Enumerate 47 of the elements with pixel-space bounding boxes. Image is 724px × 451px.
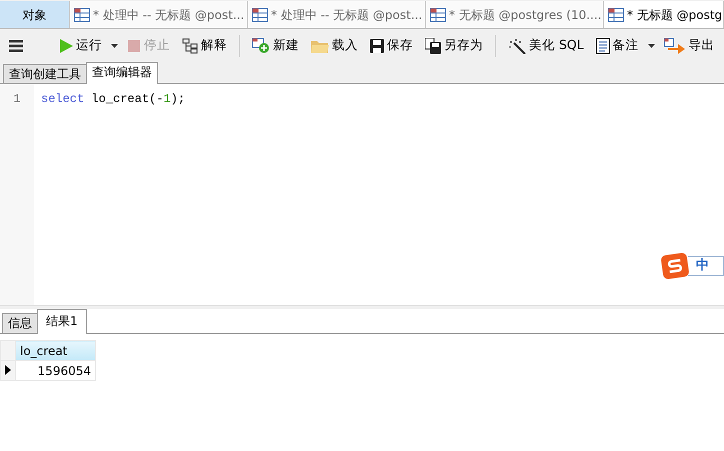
tab[interactable]: * 无标题 @postg — [604, 1, 724, 28]
tab[interactable]: * 处理中 -- 无标题 @post... — [248, 1, 426, 28]
table-icon — [252, 8, 268, 22]
tab[interactable]: * 无标题 @postgres (10.... — [426, 1, 604, 28]
play-icon — [59, 38, 73, 52]
magic-wand-icon — [508, 38, 526, 54]
tab[interactable]: 查询创建工具 — [3, 64, 87, 83]
run-button[interactable]: 运行 — [56, 34, 105, 57]
table-icon — [430, 8, 446, 22]
tab-label: * 处理中 -- 无标题 @post... — [93, 6, 244, 24]
diagram-icon — [182, 38, 198, 54]
caret-icon[interactable] — [111, 44, 118, 48]
export-icon — [664, 38, 686, 54]
tab[interactable]: * 处理中 -- 无标题 @post... — [70, 1, 248, 28]
stop-icon — [127, 38, 141, 52]
save-as-button[interactable]: 另存为 — [422, 34, 486, 57]
column-header[interactable]: lo_creat — [16, 340, 96, 360]
export-button[interactable]: 导出 — [660, 34, 718, 57]
table-icon — [608, 8, 624, 22]
document-icon — [596, 38, 610, 54]
explain-button[interactable]: 解释 — [179, 34, 230, 57]
tab[interactable]: 对象 — [0, 1, 70, 28]
table-cell: 1596054 — [16, 360, 96, 380]
save-as-icon — [425, 38, 441, 54]
new-button[interactable]: 新建 — [249, 34, 302, 57]
tab[interactable]: 结果1 — [37, 309, 87, 334]
line-number: 1 — [12, 91, 22, 108]
tab-label: * 无标题 @postg — [627, 6, 722, 24]
tab-label: 对象 — [22, 6, 46, 24]
folder-icon — [311, 38, 329, 52]
menu-icon — [9, 40, 23, 52]
tab-label: * 无标题 @postgres (10.... — [449, 6, 602, 24]
note-button[interactable]: 备注 — [592, 34, 642, 57]
save-icon — [370, 38, 384, 52]
caret-icon[interactable] — [648, 44, 655, 48]
save-button[interactable]: 保存 — [367, 34, 416, 57]
code-line: select lo_creat(-1); — [41, 91, 186, 108]
table-icon — [74, 8, 90, 22]
ime-logo-icon[interactable] — [660, 252, 690, 280]
tab[interactable]: 信息 — [2, 313, 38, 333]
menu-button[interactable] — [6, 38, 26, 54]
load-button[interactable]: 载入 — [308, 34, 361, 57]
new-table-icon — [252, 38, 270, 54]
tab-label: * 处理中 -- 无标题 @post... — [271, 6, 422, 24]
tab[interactable]: 查询编辑器 — [86, 62, 158, 84]
ime-mode-button[interactable]: 中 — [688, 256, 724, 276]
beautify-button[interactable]: 美化 SQL — [505, 34, 587, 57]
